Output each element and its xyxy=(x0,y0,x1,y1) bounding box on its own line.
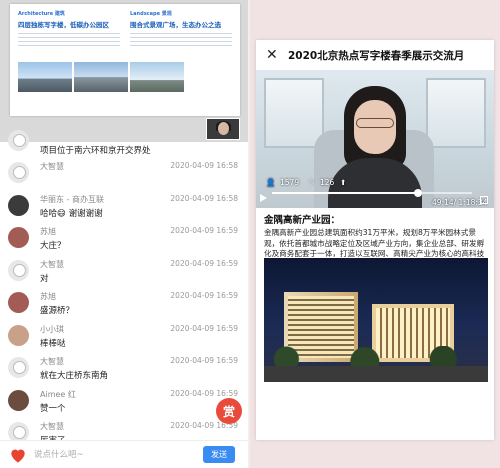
presenter-camera-thumbnail[interactable] xyxy=(206,118,240,140)
message-text: 盛源桥？ xyxy=(40,306,75,316)
chat-message: 小小琪 2020-04-09 16:59 棒棒哒 xyxy=(0,321,248,354)
sender-name: 苏旭 xyxy=(40,227,56,236)
message-time: 2020-04-09 16:59 xyxy=(170,388,238,398)
progress-bar[interactable] xyxy=(272,189,472,197)
slide-block-architecture: Architecture 建筑 四层独栋写字楼，低碳办公园区 xyxy=(18,10,120,47)
share-icon[interactable]: ⬆ xyxy=(340,178,346,187)
project-section: 金隅高新产业园： 金隅高新产业园总建筑面积约31万平米，规划8万平米园林式景观，… xyxy=(256,208,494,440)
live-chat-screen: Architecture 建筑 四层独栋写字楼，低碳办公园区 Landscape… xyxy=(0,0,248,468)
send-button[interactable]: 发送 xyxy=(203,446,235,463)
slide-block-landscape: Landscape 景观 围合式景观广场，生态办公之选 xyxy=(130,10,232,47)
avatar[interactable] xyxy=(8,357,29,378)
project-title: 金隅高新产业园： xyxy=(264,215,341,226)
slide-heading-en: Landscape 景观 xyxy=(130,11,172,17)
slide-text-lines xyxy=(18,33,120,47)
close-icon[interactable]: ✕ xyxy=(266,47,278,63)
message-time: 2020-04-09 16:59 xyxy=(170,323,238,333)
slide-text-lines xyxy=(130,33,232,47)
message-text: 赞一个 xyxy=(40,403,66,414)
avatar[interactable] xyxy=(8,292,29,313)
message-time: 2020-04-09 16:59 xyxy=(170,258,238,268)
video-controls: 👤 1579 ♡ 126 ⬆ 49:14/ 1:18:34 xyxy=(256,174,494,208)
message-text: 对 xyxy=(40,273,49,284)
avatar[interactable] xyxy=(8,389,29,411)
message-text: 项目位于南六环和京开交界处 xyxy=(40,146,151,156)
stream-header: ✕ 2020北京热点写字楼春季展示交流月 xyxy=(256,40,494,70)
message-text: 棒棒哒 xyxy=(40,338,66,349)
presenter-glasses xyxy=(356,118,394,128)
presentation-slide: Architecture 建筑 四层独栋写字楼，低碳办公园区 Landscape… xyxy=(10,4,240,116)
live-stream-panel: ✕ 2020北京热点写字楼春季展示交流月 👤 1579 ♡ 126 ⬆ 49:1… xyxy=(250,0,500,468)
message-time: 2020-04-09 16:58 xyxy=(170,193,238,203)
message-time: 2020-04-09 16:59 xyxy=(170,226,238,235)
sender-name: 苏旭 xyxy=(40,292,56,301)
progress-fill xyxy=(272,192,418,194)
progress-knob[interactable] xyxy=(414,189,422,197)
chat-message: 华丽东 - 商办互联 2020-04-09 16:58 哈哈😄 谢谢谢谢 xyxy=(0,191,248,224)
slide-photo xyxy=(74,62,128,92)
fullscreen-icon[interactable] xyxy=(480,196,488,204)
avatar[interactable] xyxy=(8,130,29,151)
message-time: 2020-04-09 16:59 xyxy=(170,356,238,365)
stream-title: 2020北京热点写字楼春季展示交流月 xyxy=(288,50,465,62)
play-icon[interactable] xyxy=(260,194,267,202)
avatar[interactable] xyxy=(8,324,29,346)
reward-button[interactable]: 赏 xyxy=(216,398,242,424)
slide-heading-cn: 围合式景观广场，生态办公之选 xyxy=(130,21,221,29)
sender-name: 小小琪 xyxy=(40,324,64,334)
ground xyxy=(264,366,488,382)
chat-input[interactable] xyxy=(34,445,196,465)
chat-message: 大智慧 2020-04-09 16:58 xyxy=(0,158,248,191)
chat-message: 大智慧 2020-04-09 16:59 对 xyxy=(0,256,248,289)
message-time: 2020-04-09 16:59 xyxy=(170,291,238,300)
message-text: 哈哈😄 谢谢谢谢 xyxy=(40,208,103,219)
chat-message: Aimee 红 2020-04-09 16:59 赞一个 xyxy=(0,386,248,419)
viewers-icon: 👤 xyxy=(266,178,276,187)
message-text: 就在大庄桥东南角 xyxy=(40,371,109,381)
like-icon[interactable]: ♡ xyxy=(308,178,315,187)
sender-name: 华丽东 - 商办互联 xyxy=(40,194,104,204)
background-window xyxy=(264,78,324,148)
message-text: 大庄？ xyxy=(40,241,66,251)
sender-name: 大智慧 xyxy=(40,259,64,269)
chat-message: 项目位于南六环和京开交界处 xyxy=(0,130,248,158)
avatar[interactable] xyxy=(8,259,29,281)
project-rendering-image xyxy=(264,258,488,382)
sender-name: 大智慧 xyxy=(40,162,64,171)
slide-photo xyxy=(130,62,184,92)
message-time: 2020-04-09 16:58 xyxy=(170,161,238,170)
view-count: 1579 xyxy=(280,178,300,187)
chat-input-bar: 发送 xyxy=(0,440,248,468)
sender-name: 大智慧 xyxy=(40,357,64,366)
presentation-area: Architecture 建筑 四层独栋写字楼，低碳办公园区 Landscape… xyxy=(0,0,248,142)
slide-heading-en: Architecture 建筑 xyxy=(18,11,65,17)
background-window xyxy=(426,78,486,148)
slide-photo xyxy=(18,62,72,92)
like-count: 126 xyxy=(320,178,335,187)
slide-heading-cn: 四层独栋写字楼，低碳办公园区 xyxy=(18,21,109,29)
sender-name: Aimee 红 xyxy=(40,389,76,399)
avatar[interactable] xyxy=(8,162,29,183)
chat-message: 苏旭 2020-04-09 16:59 大庄？ xyxy=(0,223,248,256)
chat-message: 苏旭 2020-04-09 16:59 盛源桥？ xyxy=(0,288,248,321)
heart-icon[interactable] xyxy=(8,445,28,465)
avatar[interactable] xyxy=(8,227,29,248)
sender-name: 大智慧 xyxy=(40,422,64,431)
chat-message: 大智慧 2020-04-09 16:59 就在大庄桥东南角 xyxy=(0,353,248,386)
chat-list[interactable]: 项目位于南六环和京开交界处 大智慧 2020-04-09 16:58 华丽东 - 商办… xyxy=(0,130,248,468)
avatar[interactable] xyxy=(8,194,29,216)
